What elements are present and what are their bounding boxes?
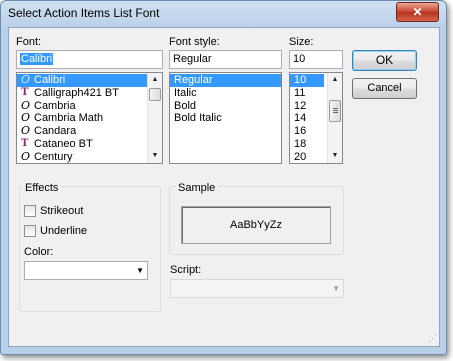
script-label: Script: bbox=[170, 264, 202, 276]
font-list-item-label: Candara bbox=[34, 125, 77, 138]
size-list-item[interactable]: 14 bbox=[290, 112, 324, 125]
font-list-item-label: Cambria bbox=[34, 99, 76, 112]
font-style-list[interactable]: Regular Italic Bold Bold Italic bbox=[169, 72, 282, 164]
font-list-item[interactable]: O Cambria Math bbox=[17, 112, 162, 125]
font-list-item-label: Cataneo BT bbox=[34, 137, 93, 150]
size-list-item[interactable]: 18 bbox=[290, 138, 324, 151]
scroll-up-arrow-icon[interactable]: ▲ bbox=[148, 73, 162, 87]
font-list-item-label: Cambria Math bbox=[34, 112, 104, 125]
size-list-item[interactable]: 11 bbox=[290, 87, 324, 100]
size-value: 10 bbox=[293, 53, 306, 65]
font-list-item[interactable]: T Cataneo BT bbox=[17, 138, 162, 151]
cancel-button[interactable]: Cancel bbox=[352, 78, 417, 99]
strikeout-label: Strikeout bbox=[40, 205, 84, 217]
size-list-scrollbar[interactable]: ▲ ▼ bbox=[327, 73, 342, 163]
opentype-font-icon: O bbox=[21, 98, 31, 112]
chevron-down-icon: ▼ bbox=[136, 266, 144, 275]
font-style-value: Regular bbox=[173, 53, 212, 65]
sample-preview: AaBbYyZz bbox=[181, 206, 331, 244]
size-list-item[interactable]: 16 bbox=[290, 125, 324, 138]
opentype-font-icon: O bbox=[21, 111, 31, 125]
scroll-down-arrow-icon[interactable]: ▼ bbox=[328, 149, 342, 163]
font-style-label: Font style: bbox=[169, 36, 220, 48]
font-list-item[interactable]: O Century bbox=[17, 149, 162, 163]
color-dropdown[interactable]: ▼ bbox=[24, 261, 148, 280]
opentype-font-icon: O bbox=[21, 149, 31, 163]
font-list-item[interactable]: T Calligraph421 BT bbox=[17, 87, 162, 100]
font-style-input[interactable]: Regular bbox=[169, 50, 282, 69]
truetype-font-icon: T bbox=[21, 86, 29, 98]
sample-text: AaBbYyZz bbox=[230, 219, 282, 231]
ok-button[interactable]: OK bbox=[352, 50, 417, 71]
font-style-list-item[interactable]: Bold bbox=[170, 100, 281, 113]
color-label: Color: bbox=[24, 246, 54, 258]
close-button[interactable]: ✕ bbox=[396, 2, 439, 22]
font-list-item[interactable]: O Candara bbox=[17, 125, 162, 138]
font-name-input[interactable]: Calibri bbox=[16, 50, 163, 69]
script-dropdown[interactable]: ▼ bbox=[170, 279, 344, 298]
font-style-list-item[interactable]: Italic bbox=[170, 87, 281, 100]
size-list[interactable]: 10 11 12 14 16 18 20 ▲ ▼ bbox=[289, 72, 343, 164]
size-list-item[interactable]: 20 bbox=[290, 151, 324, 163]
close-icon: ✕ bbox=[412, 5, 423, 19]
font-list[interactable]: O Calibri T Calligraph421 BT O Cambria O Cambri… bbox=[16, 72, 163, 164]
opentype-font-icon: O bbox=[21, 124, 31, 138]
font-list-scrollbar[interactable]: ▲ ▼ bbox=[147, 73, 162, 163]
font-list-item-label: Calligraph421 BT bbox=[34, 86, 119, 99]
font-dialog: Select Action Items List Font ✕ Font: Ca… bbox=[0, 0, 447, 355]
chevron-down-icon: ▼ bbox=[332, 284, 340, 293]
underline-checkbox[interactable] bbox=[24, 225, 36, 237]
scroll-down-arrow-icon[interactable]: ▼ bbox=[148, 149, 162, 163]
effects-label: Effects bbox=[23, 182, 61, 194]
font-list-item[interactable]: O Cambria bbox=[17, 100, 162, 113]
font-style-list-item[interactable]: Regular bbox=[170, 74, 281, 87]
strikeout-checkbox[interactable] bbox=[24, 205, 36, 217]
font-list-item[interactable]: O Calibri bbox=[17, 74, 162, 87]
font-list-item-label: Century bbox=[34, 150, 73, 163]
dialog-body: Font: Calibri O Calibri T Calligraph421 BT O… bbox=[8, 27, 440, 347]
resize-grip-icon[interactable]: ⋰ bbox=[428, 333, 437, 344]
opentype-font-icon: O bbox=[21, 73, 31, 86]
title-bar[interactable]: Select Action Items List Font ✕ bbox=[1, 1, 446, 26]
font-list-item-label: Calibri bbox=[34, 74, 66, 86]
size-list-scroll-thumb[interactable] bbox=[329, 100, 341, 122]
sample-label: Sample bbox=[176, 182, 218, 194]
size-list-item[interactable]: 12 bbox=[290, 100, 324, 113]
font-list-scroll-thumb[interactable] bbox=[149, 88, 161, 101]
font-style-list-item[interactable]: Bold Italic bbox=[170, 112, 281, 125]
dialog-title: Select Action Items List Font bbox=[8, 6, 160, 20]
font-label: Font: bbox=[16, 36, 42, 48]
scroll-up-arrow-icon[interactable]: ▲ bbox=[328, 73, 342, 87]
truetype-font-icon: T bbox=[21, 137, 29, 149]
size-label: Size: bbox=[289, 36, 314, 48]
underline-label: Underline bbox=[40, 225, 88, 237]
size-list-item[interactable]: 10 bbox=[290, 74, 324, 87]
size-input[interactable]: 10 bbox=[289, 50, 343, 69]
font-name-value: Calibri bbox=[20, 53, 54, 65]
